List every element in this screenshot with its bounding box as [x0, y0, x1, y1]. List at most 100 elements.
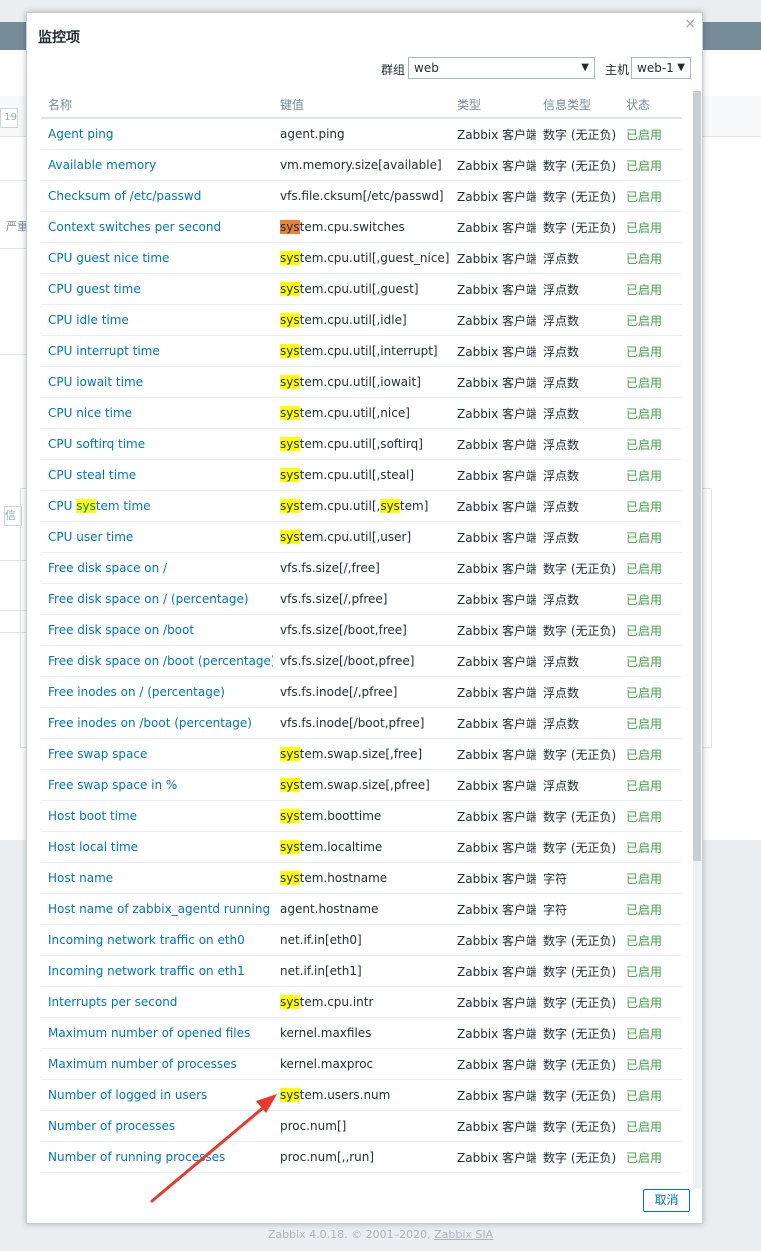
- item-key: kernel.maxfiles: [273, 1017, 450, 1049]
- item-name-link[interactable]: Context switches per second: [41, 211, 273, 243]
- item-type: Zabbix 客户端: [450, 769, 536, 801]
- item-key: system.cpu.util[,interrupt]: [273, 335, 450, 367]
- item-status: 已启用: [619, 242, 682, 274]
- item-status: 已启用: [619, 986, 682, 1018]
- item-name-link[interactable]: Free inodes on /boot (percentage): [41, 707, 273, 739]
- item-name-link[interactable]: Incoming network traffic on eth1: [41, 955, 273, 987]
- item-name-link[interactable]: CPU iowait time: [41, 366, 273, 398]
- item-info-type: 字符: [536, 893, 619, 925]
- table-row: Incoming network traffic on eth1 net.if.i…: [41, 955, 682, 987]
- close-icon[interactable]: ×: [684, 16, 696, 32]
- item-type: Zabbix 客户端: [450, 1141, 536, 1173]
- table-row: Maximum number of processes kernel.maxpro…: [41, 1048, 682, 1080]
- footer-link[interactable]: Zabbix SIA: [434, 1228, 493, 1241]
- item-name-link[interactable]: Number of processes: [41, 1110, 273, 1142]
- item-status: 已启用: [619, 1110, 682, 1142]
- item-status: 已启用: [619, 893, 682, 925]
- item-info-type: 数字 (无正负): [536, 118, 619, 150]
- item-key: net.if.in[eth1]: [273, 955, 450, 987]
- column-header-name: 名称: [41, 91, 273, 119]
- item-type: Zabbix 客户端: [450, 955, 536, 987]
- scrollbar-track[interactable]: [693, 91, 701, 1189]
- item-key: system.cpu.intr: [273, 986, 450, 1018]
- item-status: 已启用: [619, 490, 682, 522]
- item-type: Zabbix 客户端: [450, 118, 536, 150]
- item-info-type: 浮点数: [536, 397, 619, 429]
- item-key: proc.num[]: [273, 1110, 450, 1142]
- item-info-type: 数字 (无正负): [536, 800, 619, 832]
- item-name-link[interactable]: Free disk space on /boot: [41, 614, 273, 646]
- item-name-link[interactable]: Host name of zabbix_agentd running: [41, 893, 273, 925]
- item-name-link[interactable]: Free inodes on / (percentage): [41, 676, 273, 708]
- item-key: net.if.in[eth0]: [273, 924, 450, 956]
- item-name-link[interactable]: Maximum number of opened files: [41, 1017, 273, 1049]
- item-type: Zabbix 客户端: [450, 149, 536, 181]
- host-select[interactable]: web-1 ▼: [631, 57, 691, 79]
- item-name-link[interactable]: CPU nice time: [41, 397, 273, 429]
- scrollbar-thumb[interactable]: [693, 91, 701, 861]
- items-table-body: Agent ping agent.ping Zabbix 客户端 数字 (无正负) 已启…: [41, 118, 682, 1173]
- group-select[interactable]: web ▼: [408, 57, 595, 79]
- chevron-down-icon: ▼: [677, 62, 685, 73]
- item-key: vfs.fs.size[/boot,pfree]: [273, 645, 450, 677]
- chevron-down-icon: ▼: [581, 62, 589, 73]
- item-name-link[interactable]: CPU steal time: [41, 459, 273, 491]
- item-type: Zabbix 客户端: [450, 273, 536, 305]
- item-name-link[interactable]: Host local time: [41, 831, 273, 863]
- item-type: Zabbix 客户端: [450, 1110, 536, 1142]
- item-name-link[interactable]: Free disk space on / (percentage): [41, 583, 273, 615]
- item-name-link[interactable]: Free disk space on /boot (percentage): [41, 645, 273, 677]
- item-info-type: 数字 (无正负): [536, 986, 619, 1018]
- item-name-link[interactable]: CPU softirq time: [41, 428, 273, 460]
- item-name-link[interactable]: Agent ping: [41, 118, 273, 150]
- cancel-button[interactable]: 取消: [643, 1189, 690, 1212]
- item-key: kernel.maxproc: [273, 1048, 450, 1080]
- item-info-type: 浮点数: [536, 521, 619, 553]
- page-footer: Zabbix 4.0.18. © 2001–2020, Zabbix SIA: [0, 1228, 761, 1241]
- item-name-link[interactable]: Free swap space in %: [41, 769, 273, 801]
- item-status: 已启用: [619, 366, 682, 398]
- modal-title: 监控项: [38, 30, 80, 46]
- table-row: Number of running processes proc.num[,,ru…: [41, 1141, 682, 1173]
- item-type: Zabbix 客户端: [450, 335, 536, 367]
- item-status: 已启用: [619, 552, 682, 584]
- item-info-type: 浮点数: [536, 273, 619, 305]
- table-row: CPU guest time system.cpu.util[,guest] Zab…: [41, 273, 682, 305]
- item-name-link[interactable]: CPU idle time: [41, 304, 273, 336]
- item-name-link[interactable]: Interrupts per second: [41, 986, 273, 1018]
- item-name-link[interactable]: Number of logged in users: [41, 1079, 273, 1111]
- item-name-link[interactable]: Incoming network traffic on eth0: [41, 924, 273, 956]
- background-divider: [0, 354, 26, 355]
- item-key: vfs.fs.inode[/boot,pfree]: [273, 707, 450, 739]
- table-row: Number of processes proc.num[] Zabbix 客户端数…: [41, 1110, 682, 1142]
- item-status: 已启用: [619, 1017, 682, 1049]
- item-status: 已启用: [619, 1141, 682, 1173]
- item-status: 已启用: [619, 1079, 682, 1111]
- item-name-link[interactable]: Host boot time: [41, 800, 273, 832]
- item-name-link[interactable]: Free swap space: [41, 738, 273, 770]
- table-row: Maximum number of opened files kernel.max…: [41, 1017, 682, 1049]
- item-key: system.hostname: [273, 862, 450, 894]
- item-name-link[interactable]: CPU system time: [41, 490, 273, 522]
- item-type: Zabbix 客户端: [450, 924, 536, 956]
- table-row: CPU interrupt time system.cpu.util[,inter…: [41, 335, 682, 367]
- item-key: system.cpu.util[,guest]: [273, 273, 450, 305]
- item-name-link[interactable]: Maximum number of processes: [41, 1048, 273, 1080]
- item-name-link[interactable]: Host name: [41, 862, 273, 894]
- table-row: CPU system time system.cpu.util[,system] Z…: [41, 490, 682, 522]
- background-label: 严重: [6, 220, 28, 233]
- item-type: Zabbix 客户端: [450, 552, 536, 584]
- item-name-link[interactable]: Free disk space on /: [41, 552, 273, 584]
- item-name-link[interactable]: Available memory: [41, 149, 273, 181]
- item-status: 已启用: [619, 831, 682, 863]
- items-modal: 监控项 × 群组 web ▼ 主机 web-1 ▼ 名称 键值 类型 信息类型 …: [26, 12, 703, 1224]
- item-name-link[interactable]: Number of running processes: [41, 1141, 273, 1173]
- item-name-link[interactable]: CPU user time: [41, 521, 273, 553]
- item-name-link[interactable]: Checksum of /etc/passwd: [41, 180, 273, 212]
- item-status: 已启用: [619, 924, 682, 956]
- table-row: CPU softirq time system.cpu.util[,softirq…: [41, 428, 682, 460]
- item-name-link[interactable]: CPU guest nice time: [41, 242, 273, 274]
- item-name-link[interactable]: CPU guest time: [41, 273, 273, 305]
- item-key: system.cpu.util[,softirq]: [273, 428, 450, 460]
- item-name-link[interactable]: CPU interrupt time: [41, 335, 273, 367]
